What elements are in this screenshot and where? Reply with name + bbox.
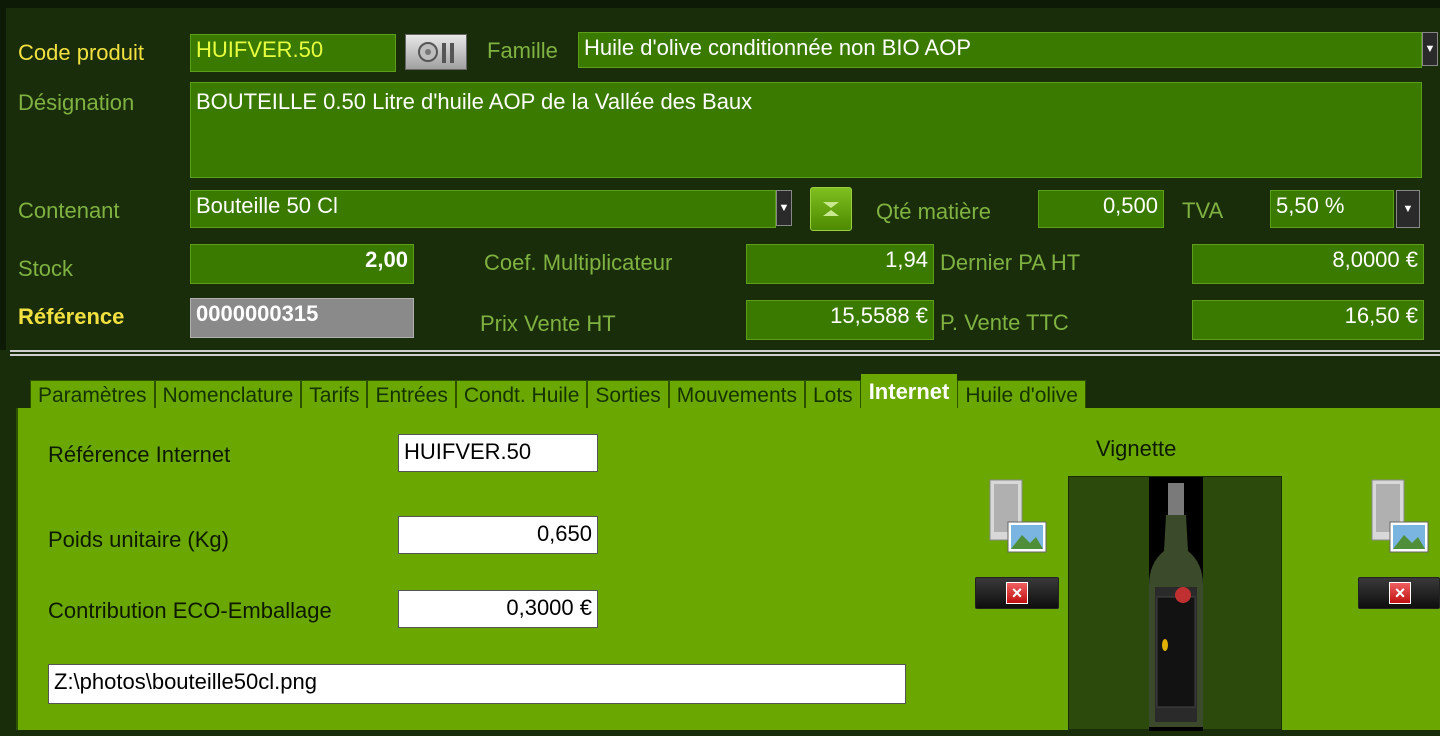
header-separator [10,350,1440,356]
dernier-pa-label: Dernier PA HT [940,250,1081,275]
contenant-dropdown-arrow-icon[interactable]: ▼ [776,190,792,226]
delete-icon: × [1006,582,1028,604]
tab-internet[interactable]: Internet [860,374,958,410]
delete-image-button-right[interactable]: × [1358,577,1440,609]
poids-unitaire-field[interactable]: 0,650 [398,516,598,554]
prix-vente-ht-field[interactable]: 15,5588 € [746,300,934,340]
coef-label: Coef. Multiplicateur [484,250,673,275]
code-produit-label: Code produit [18,40,144,65]
designation-label: Désignation [18,90,135,115]
stock-label: Stock [18,256,74,281]
olive-oil-bottle-image [1149,477,1203,731]
load-image-button-right[interactable] [1368,478,1429,553]
delete-image-button-left[interactable]: × [975,577,1059,609]
tva-label: TVA [1182,198,1224,223]
designation-field[interactable]: BOUTEILLE 0.50 Litre d'huile AOP de la V… [190,82,1422,178]
load-image-button-left[interactable] [986,478,1047,553]
clear-icon [823,202,839,216]
reference-field: 0000000315 [190,298,414,338]
vignette-label: Vignette [1096,436,1177,461]
tab-bar: Paramètres Nomenclature Tarifs Entrées C… [30,374,1086,414]
image-folder-icon [1371,479,1429,553]
eco-emballage-field[interactable]: 0,3000 € [398,590,598,628]
famille-label: Famille [487,38,558,63]
prix-vente-ttc-field[interactable]: 16,50 € [1192,300,1424,340]
prix-vente-ht-label: Prix Vente HT [480,311,616,336]
vignette-image [1068,476,1282,731]
prix-vente-ttc-label: P. Vente TTC [940,310,1069,335]
reference-internet-field[interactable]: HUIFVER.50 [398,434,598,472]
reference-label: Référence [18,304,125,329]
image-folder-icon [989,479,1047,553]
dernier-pa-field[interactable]: 8,0000 € [1192,244,1424,284]
image-path-field[interactable]: Z:\photos\bouteille50cl.png [48,664,906,704]
delete-icon: × [1389,582,1411,604]
poids-unitaire-label: Poids unitaire (Kg) [48,527,229,552]
qte-matiere-field[interactable]: 0,500 [1038,190,1164,228]
list-button[interactable] [405,34,467,70]
list-icon [418,42,454,63]
clear-contenant-button[interactable] [810,187,852,231]
coef-field[interactable]: 1,94 [746,244,934,284]
tva-select[interactable]: 5,50 % [1270,190,1394,228]
tva-dropdown-arrow-icon[interactable]: ▼ [1396,190,1420,228]
famille-select[interactable]: Huile d'olive conditionnée non BIO AOP [578,32,1422,68]
stock-field: 2,00 [190,244,414,284]
contenant-label: Contenant [18,198,120,223]
contenant-select[interactable]: Bouteille 50 Cl [190,190,776,228]
famille-dropdown-arrow-icon[interactable]: ▼ [1422,32,1438,66]
eco-emballage-label: Contribution ECO-Emballage [48,598,332,623]
reference-internet-label: Référence Internet [48,442,231,467]
qte-matiere-label: Qté matière [876,199,991,224]
code-produit-field[interactable]: HUIFVER.50 [190,34,396,72]
